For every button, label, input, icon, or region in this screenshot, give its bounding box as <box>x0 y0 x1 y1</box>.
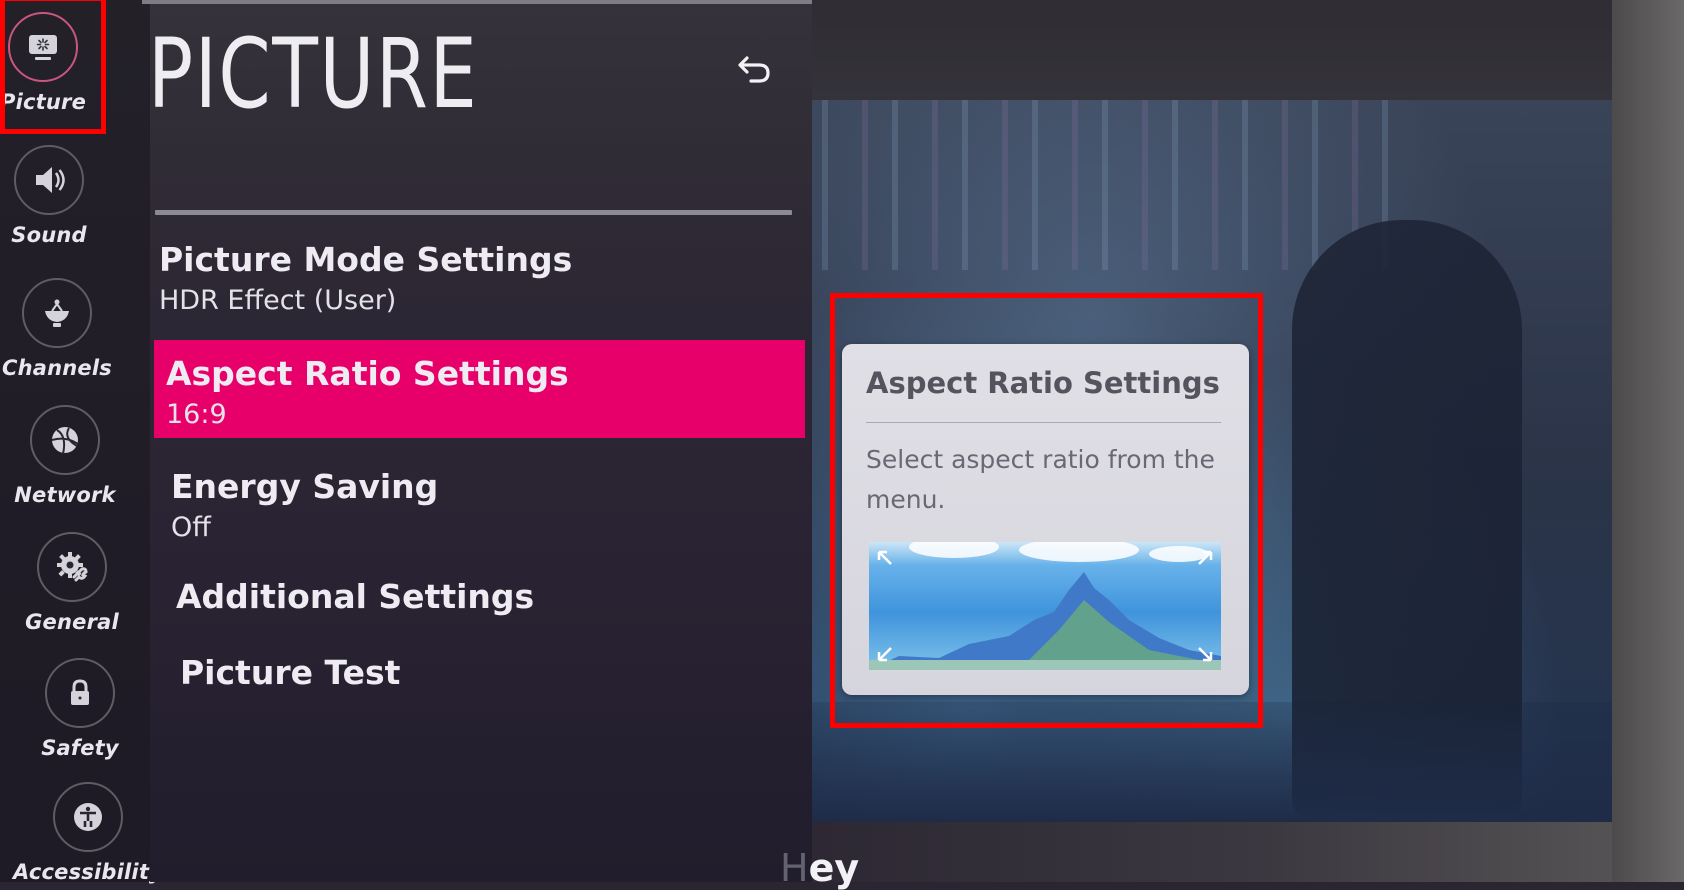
expand-arrow-top-right-icon <box>1198 550 1213 565</box>
sidebar-item-general[interactable]: General <box>7 532 137 634</box>
overlay-caption: Hey <box>780 846 859 890</box>
lock-icon <box>71 679 89 705</box>
network-nav-circle <box>30 405 100 475</box>
cloud <box>909 542 999 558</box>
sidebar-item-picture[interactable]: Picture <box>0 12 108 114</box>
menu-item-picture-mode-settings[interactable]: Picture Mode Settings HDR Effect (User) <box>159 240 572 316</box>
video-scene-floor <box>812 702 1612 822</box>
menu-item-title: Energy Saving <box>171 467 439 506</box>
picture-settings-panel <box>150 0 812 882</box>
sidebar-label: Accessibility <box>13 860 163 884</box>
wall <box>1612 0 1684 882</box>
menu-item-aspect-ratio-settings[interactable]: Aspect Ratio Settings 16:9 <box>154 340 805 438</box>
info-panel: Aspect Ratio Settings Select aspect rati… <box>842 344 1249 695</box>
menu-item-title: Picture Mode Settings <box>159 240 573 279</box>
sidebar-item-accessibility[interactable]: Accessibility <box>13 782 163 884</box>
info-panel-description: Select aspect ratio from the menu. <box>866 445 1215 514</box>
menu-item-value: Off <box>171 512 211 543</box>
menu-item-value: HDR Effect (User) <box>159 285 397 316</box>
sidebar-label: Sound <box>11 223 87 247</box>
overlay-caption-dim: H <box>780 846 809 890</box>
sidebar-label: Channels <box>2 356 112 380</box>
settings-sidebar: Picture Sound Channels Network General S… <box>0 0 163 884</box>
expand-arrow-top-left-icon <box>877 550 892 565</box>
sidebar-label: Safety <box>41 736 119 760</box>
safety-nav-circle <box>45 658 115 728</box>
picture-monitor-icon <box>29 35 57 60</box>
expand-arrow-bottom-left-icon <box>877 647 892 662</box>
expand-arrow-bottom-right-icon <box>1198 647 1213 662</box>
menu-item-additional-settings[interactable]: Additional Settings <box>176 577 534 616</box>
accessibility-person-icon <box>74 803 102 831</box>
globe-network-icon <box>51 427 79 455</box>
aspect-ratio-preview-image <box>869 542 1221 670</box>
satellite-dish-icon <box>45 299 69 327</box>
sidebar-item-safety[interactable]: Safety <box>15 658 145 760</box>
cloud <box>1019 542 1139 562</box>
sidebar-label: Picture <box>0 90 87 114</box>
accessibility-nav-circle <box>53 782 123 852</box>
menu-item-title: Additional Settings <box>176 577 535 616</box>
info-panel-divider <box>866 422 1221 423</box>
picture-nav-circle <box>8 12 78 82</box>
overlay-caption-bright: ey <box>808 846 860 890</box>
sidebar-label: General <box>25 610 119 634</box>
mountain-icon <box>869 572 1221 670</box>
sidebar-item-sound[interactable]: Sound <box>0 145 114 247</box>
menu-item-picture-test[interactable]: Picture Test <box>180 653 400 692</box>
general-nav-circle <box>37 532 107 602</box>
channels-nav-circle <box>22 278 92 348</box>
menu-divider <box>155 210 792 215</box>
speaker-icon <box>36 167 65 193</box>
tv-top-band <box>812 0 1612 100</box>
sidebar-item-channels[interactable]: Channels <box>0 278 122 380</box>
back-button[interactable] <box>725 45 785 95</box>
video-scene-banners <box>822 100 1412 270</box>
page-title: PICTURE <box>148 18 479 130</box>
menu-item-title: Picture Test <box>180 653 401 692</box>
info-panel-title: Aspect Ratio Settings <box>866 366 1220 400</box>
menu-item-energy-saving[interactable]: Energy Saving Off <box>171 467 438 543</box>
sidebar-item-network[interactable]: Network <box>0 405 130 507</box>
gear-wrench-icon <box>57 552 88 582</box>
back-arrow-icon <box>738 56 770 83</box>
top-line <box>142 0 812 4</box>
sidebar-label: Network <box>14 483 116 507</box>
menu-item-title: Aspect Ratio Settings <box>166 354 569 393</box>
sound-nav-circle <box>14 145 84 215</box>
menu-item-value: 16:9 <box>166 399 227 430</box>
